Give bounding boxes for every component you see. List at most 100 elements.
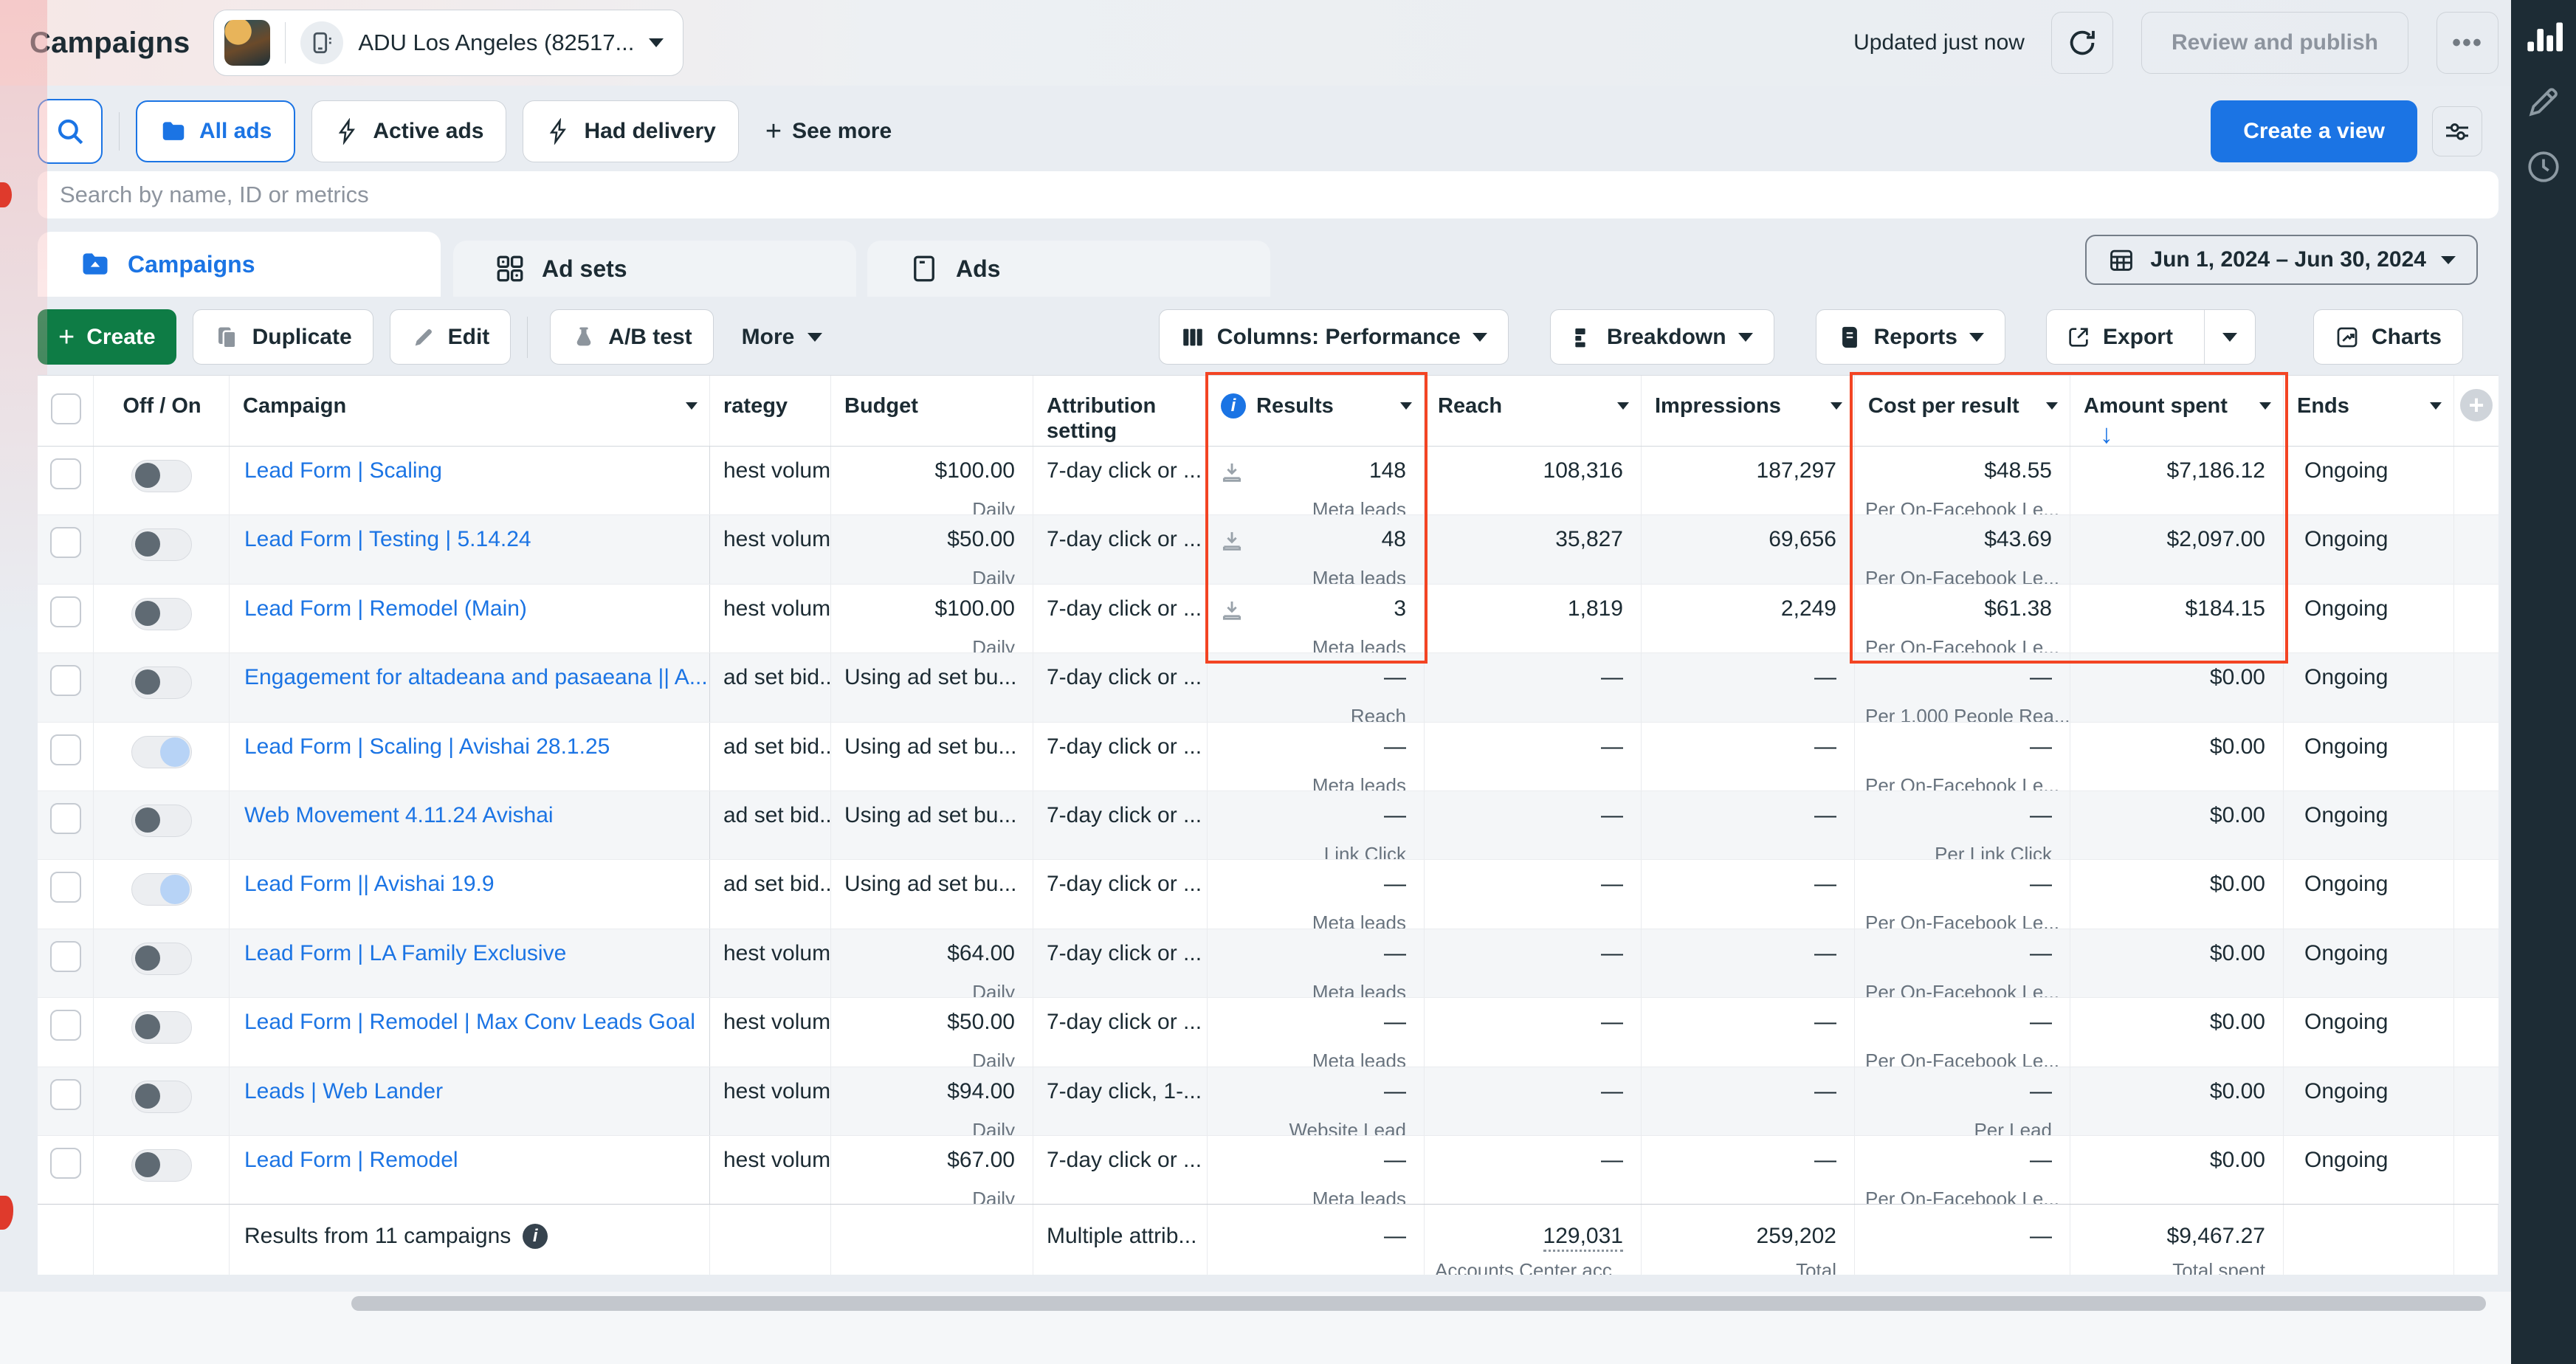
campaign-link[interactable]: Engagement for altadeana and pasaeana ||… (230, 653, 709, 690)
filter-chip-all-ads[interactable]: All ads (136, 100, 295, 162)
edit-rail-button[interactable] (2523, 81, 2564, 123)
edit-button[interactable]: Edit (390, 309, 512, 365)
campaign-toggle[interactable] (131, 528, 192, 561)
campaign-link[interactable]: Lead Form | LA Family Exclusive (230, 929, 709, 966)
bar-chart-icon (2524, 18, 2563, 56)
campaign-link[interactable]: Lead Form | Remodel (Main) (230, 585, 709, 621)
row-checkbox[interactable] (50, 872, 81, 903)
campaign-link[interactable]: Lead Form || Avishai 19.9 (230, 860, 709, 897)
row-checkbox[interactable] (50, 1148, 81, 1179)
results-type: Meta leads (1218, 636, 1406, 652)
row-checkbox[interactable] (50, 941, 81, 972)
sort-caret-icon (686, 402, 698, 410)
history-rail-button[interactable] (2523, 146, 2564, 187)
horizontal-scrollbar[interactable] (351, 1296, 2486, 1311)
row-checkbox[interactable] (50, 527, 81, 558)
row-checkbox[interactable] (50, 734, 81, 765)
bid-strategy-value: hest volume (710, 1136, 830, 1173)
campaign-toggle[interactable] (131, 666, 192, 699)
col-header-amount-spent[interactable]: Amount spent ↓ (2070, 376, 2284, 446)
col-header-cost-per-result[interactable]: Cost per result (1855, 376, 2070, 446)
select-all-checkbox[interactable] (51, 393, 81, 424)
col-header-campaign[interactable]: Campaign (230, 376, 710, 446)
review-and-publish-button[interactable]: Review and publish (2141, 12, 2408, 74)
export-dropdown-button[interactable] (2204, 310, 2255, 364)
row-checkbox[interactable] (50, 803, 81, 834)
search-input[interactable] (38, 171, 2498, 218)
info-icon[interactable]: i (1221, 393, 1246, 418)
results-type: Meta leads (1218, 498, 1406, 514)
export-button[interactable]: Export (2047, 310, 2192, 364)
row-checkbox[interactable] (50, 458, 81, 489)
campaign-link[interactable]: Lead Form | Scaling | Avishai 28.1.25 (230, 723, 709, 760)
col-header-bid-strategy[interactable]: rategy (710, 376, 831, 446)
ends-value: Ongoing (2284, 653, 2453, 690)
campaign-toggle[interactable] (131, 1011, 192, 1044)
campaign-toggle[interactable] (131, 805, 192, 837)
tab-ad-sets[interactable]: Ad sets (453, 241, 856, 297)
row-checkbox[interactable] (50, 1079, 81, 1110)
campaign-link[interactable]: Lead Form | Testing | 5.14.24 (230, 515, 709, 552)
col-header-attribution[interactable]: Attribution setting (1033, 376, 1208, 446)
filter-chip-active-ads[interactable]: Active ads (311, 100, 506, 162)
download-icon[interactable] (1219, 528, 1244, 554)
download-icon[interactable] (1219, 460, 1244, 485)
campaign-link[interactable]: Lead Form | Remodel | Max Conv Leads Goa… (230, 998, 709, 1035)
create-button[interactable]: + Create (38, 309, 176, 365)
create-a-view-button[interactable]: Create a view (2211, 100, 2417, 162)
campaign-toggle[interactable] (131, 1149, 192, 1182)
account-selector[interactable]: ADU Los Angeles (82517... (213, 10, 683, 76)
reports-button[interactable]: Reports (1816, 309, 2005, 365)
filter-chip-had-delivery[interactable]: Had delivery (523, 100, 738, 162)
duplicate-button[interactable]: Duplicate (193, 309, 373, 365)
col-header-ends[interactable]: Ends (2284, 376, 2454, 446)
chevron-down-icon (1473, 333, 1487, 342)
campaign-toggle[interactable] (131, 598, 192, 630)
col-header-impressions[interactable]: Impressions (1642, 376, 1855, 446)
row-checkbox[interactable] (50, 1010, 81, 1041)
col-header-reach[interactable]: Reach (1425, 376, 1642, 446)
search-button[interactable] (38, 99, 103, 164)
table-row: Leads | Web Lander hest volume $94.00 Da… (38, 1067, 2498, 1135)
date-range-selector[interactable]: Jun 1, 2024 – Jun 30, 2024 (2085, 235, 2478, 285)
campaign-toggle[interactable] (131, 1081, 192, 1113)
columns-button[interactable]: Columns: Performance (1159, 309, 1509, 365)
campaigns-table: Off / On Campaign rategy Budget Attribut… (38, 375, 2498, 1275)
ads-manager-window: Campaigns ADU Los Angeles (82517... Upda… (0, 0, 2576, 1364)
search-icon (55, 116, 86, 147)
campaign-toggle[interactable] (131, 736, 192, 768)
add-column-button[interactable]: + (2460, 389, 2493, 421)
col-label: Results (1256, 393, 1334, 418)
campaign-link[interactable]: Web Movement 4.11.24 Avishai (230, 791, 709, 828)
folder-icon (159, 117, 187, 145)
more-actions-button[interactable]: More (742, 325, 823, 350)
budget-value: $100.00 (841, 596, 1015, 621)
col-header-results[interactable]: i Results (1208, 376, 1425, 446)
footer-reach-total[interactable]: 129,031 (1543, 1224, 1623, 1252)
campaign-link[interactable]: Lead Form | Remodel (230, 1136, 709, 1173)
table-footer: Results from 11 campaigns i Multiple att… (38, 1204, 2498, 1275)
campaign-toggle[interactable] (131, 873, 192, 906)
view-settings-button[interactable] (2432, 106, 2482, 156)
chevron-down-icon (2222, 333, 2237, 342)
campaign-toggle[interactable] (131, 943, 192, 975)
chevron-down-icon (1969, 333, 1984, 342)
download-icon[interactable] (1219, 598, 1244, 623)
insights-rail-button[interactable] (2523, 16, 2564, 58)
refresh-button[interactable] (2051, 12, 2113, 74)
row-checkbox[interactable] (50, 596, 81, 627)
tab-ads[interactable]: Ads (867, 241, 1270, 297)
info-icon[interactable]: i (523, 1224, 548, 1249)
see-more-filters-button[interactable]: + See more (765, 117, 892, 145)
campaign-link[interactable]: Leads | Web Lander (230, 1067, 709, 1104)
campaign-link[interactable]: Lead Form | Scaling (230, 447, 709, 483)
more-options-button[interactable]: ••• (2436, 12, 2498, 74)
tab-campaigns[interactable]: Campaigns (38, 232, 441, 297)
col-header-budget[interactable]: Budget (831, 376, 1033, 446)
row-checkbox[interactable] (50, 665, 81, 696)
charts-button[interactable]: Charts (2313, 309, 2463, 365)
ab-test-button[interactable]: A/B test (550, 309, 713, 365)
campaign-toggle[interactable] (131, 460, 192, 492)
breakdown-button[interactable]: Breakdown (1550, 309, 1774, 365)
chevron-down-icon (807, 333, 822, 342)
